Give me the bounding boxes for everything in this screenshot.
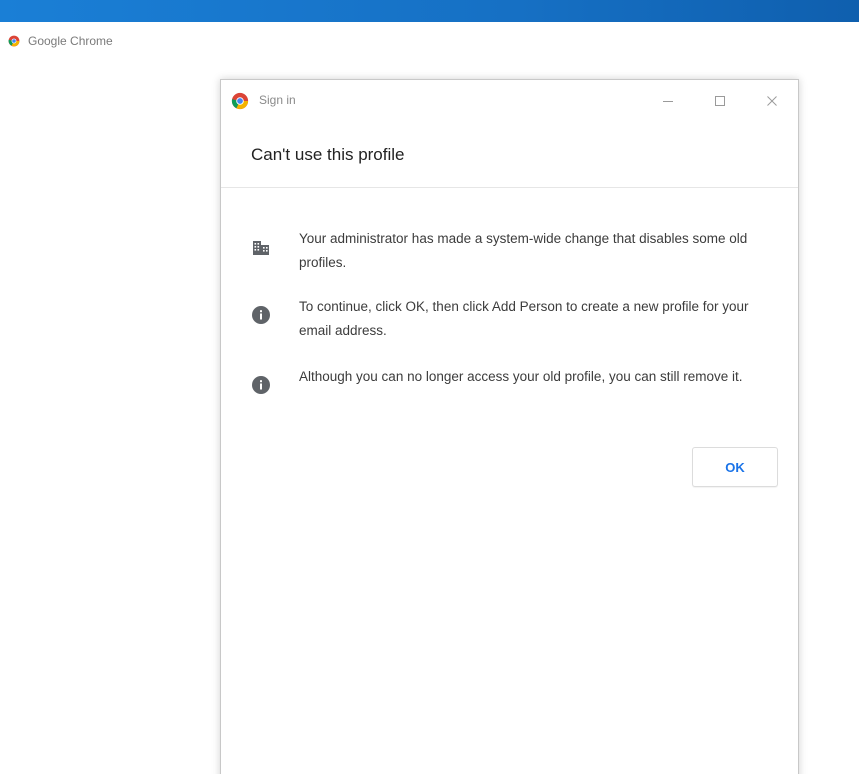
message-text: Although you can no longer access your o… xyxy=(299,369,743,384)
chrome-icon xyxy=(8,35,20,47)
dialog-titlebar[interactable]: Sign in xyxy=(221,80,798,122)
maximize-button[interactable] xyxy=(694,80,746,122)
desktop: Google Chrome Sign in Can't use this pro… xyxy=(0,0,859,774)
maximize-icon xyxy=(715,96,725,106)
message-item: Your administrator has made a system-wid… xyxy=(251,227,761,275)
info-icon xyxy=(252,376,270,394)
top-window-bar xyxy=(0,0,859,22)
chrome-icon xyxy=(231,92,249,110)
close-button[interactable] xyxy=(746,80,798,122)
ok-button[interactable]: OK xyxy=(692,447,778,487)
heading-divider xyxy=(221,187,798,188)
sign-in-dialog: Sign in Can't use this profile Your admi… xyxy=(220,79,799,774)
minimize-icon xyxy=(663,101,673,102)
minimize-button[interactable] xyxy=(642,80,694,122)
dialog-title: Sign in xyxy=(259,93,296,107)
info-icon xyxy=(252,306,270,324)
message-text: To continue, click OK, then click Add Pe… xyxy=(299,299,749,338)
message-text: Your administrator has made a system-wid… xyxy=(299,231,748,270)
close-icon xyxy=(767,96,777,106)
message-item: Although you can no longer access your o… xyxy=(251,365,761,395)
building-icon xyxy=(253,241,269,255)
window-controls xyxy=(642,80,798,122)
background-app-label[interactable]: Google Chrome xyxy=(8,34,113,48)
app-label-text: Google Chrome xyxy=(28,34,113,48)
dialog-heading: Can't use this profile xyxy=(251,145,405,164)
message-item: To continue, click OK, then click Add Pe… xyxy=(251,295,761,343)
